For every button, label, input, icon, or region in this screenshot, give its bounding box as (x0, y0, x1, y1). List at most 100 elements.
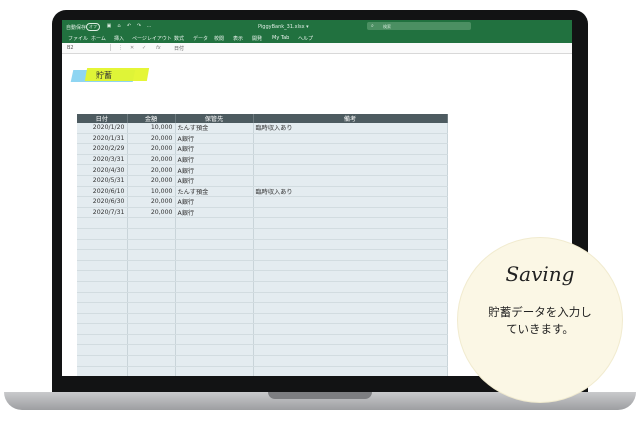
empty-cell[interactable] (77, 344, 128, 357)
tab-page-layout[interactable]: ページレイアウト (132, 35, 172, 42)
cell-amount[interactable]: 20,000 (127, 133, 176, 145)
header-note[interactable]: 備考 (253, 114, 448, 123)
cell-date[interactable]: 2020/1/31 (77, 133, 128, 145)
empty-cell[interactable] (77, 292, 128, 304)
empty-cell[interactable] (175, 239, 254, 251)
empty-cell[interactable] (77, 313, 128, 325)
empty-cell[interactable] (253, 281, 448, 293)
tab-view[interactable]: 表示 (233, 35, 243, 42)
cell-storage[interactable]: A銀行 (175, 133, 254, 145)
search-box[interactable]: ⌕ 検索 (367, 22, 471, 30)
cell-storage[interactable]: A銀行 (175, 175, 254, 187)
empty-cell[interactable] (253, 313, 448, 325)
empty-cell[interactable] (127, 281, 176, 293)
empty-cell[interactable] (175, 260, 254, 272)
empty-cell[interactable] (175, 302, 254, 314)
cell-date[interactable]: 2020/5/31 (77, 175, 128, 187)
cell-note[interactable] (253, 154, 448, 166)
tab-review[interactable]: 校閲 (214, 35, 224, 42)
empty-cell[interactable] (77, 323, 128, 335)
tab-help[interactable]: ヘルプ (298, 35, 313, 42)
empty-cell[interactable] (77, 302, 128, 314)
cell-storage[interactable]: A銀行 (175, 196, 254, 208)
cell-note[interactable] (253, 207, 448, 219)
cell-amount[interactable]: 20,000 (127, 164, 176, 176)
header-date[interactable]: 日付 (77, 114, 128, 123)
empty-cell[interactable] (77, 249, 128, 261)
empty-cell[interactable] (175, 249, 254, 261)
name-box[interactable]: B2 (64, 44, 111, 51)
empty-cell[interactable] (127, 334, 176, 346)
tab-insert[interactable]: 挿入 (114, 35, 124, 42)
header-storage[interactable]: 保管先 (175, 114, 254, 123)
cell-storage[interactable]: A銀行 (175, 143, 254, 155)
home-icon[interactable]: ⌂ (116, 23, 122, 29)
empty-cell[interactable] (253, 334, 448, 346)
empty-cell[interactable] (127, 228, 176, 240)
cell-date[interactable]: 2020/6/10 (77, 186, 128, 198)
empty-cell[interactable] (77, 228, 128, 240)
cell-date[interactable]: 2020/3/31 (77, 154, 128, 166)
empty-cell[interactable] (77, 355, 128, 367)
autosave-toggle[interactable]: オフ (86, 23, 100, 31)
cell-storage[interactable]: たんす預金 (175, 123, 254, 134)
empty-cell[interactable] (175, 366, 254, 376)
cell-storage[interactable]: A銀行 (175, 154, 254, 166)
undo-icon[interactable]: ↶ (126, 23, 132, 29)
cell-note[interactable] (253, 196, 448, 208)
empty-cell[interactable] (253, 228, 448, 240)
empty-cell[interactable] (77, 281, 128, 293)
empty-cell[interactable] (253, 217, 448, 229)
empty-cell[interactable] (127, 313, 176, 325)
cell-note[interactable] (253, 175, 448, 187)
cell-note[interactable]: 臨時収入あり (253, 123, 448, 134)
empty-cell[interactable] (77, 334, 128, 346)
cell-date[interactable]: 2020/1/20 (77, 123, 128, 134)
header-amount[interactable]: 金額 (127, 114, 176, 123)
empty-cell[interactable] (175, 334, 254, 346)
more-icon[interactable]: … (146, 23, 152, 29)
save-icon[interactable]: ▣ (106, 23, 112, 29)
empty-cell[interactable] (253, 270, 448, 282)
cell-storage[interactable]: たんす預金 (175, 186, 254, 198)
cell-storage[interactable]: A銀行 (175, 164, 254, 176)
cell-storage[interactable]: A銀行 (175, 207, 254, 219)
empty-cell[interactable] (175, 228, 254, 240)
empty-cell[interactable] (253, 249, 448, 261)
cell-note[interactable] (253, 164, 448, 176)
empty-cell[interactable] (77, 270, 128, 282)
empty-cell[interactable] (127, 217, 176, 229)
empty-cell[interactable] (253, 260, 448, 272)
empty-cell[interactable] (175, 292, 254, 304)
tab-home[interactable]: ホーム (91, 35, 106, 42)
empty-cell[interactable] (175, 217, 254, 229)
empty-cell[interactable] (77, 217, 128, 229)
empty-cell[interactable] (127, 344, 176, 357)
empty-cell[interactable] (253, 344, 448, 357)
tab-file[interactable]: ファイル (68, 35, 88, 42)
cell-note[interactable]: 臨時収入あり (253, 186, 448, 198)
empty-cell[interactable] (175, 313, 254, 325)
formula-input[interactable]: 日付 (174, 45, 184, 52)
empty-cell[interactable] (175, 270, 254, 282)
function-icon[interactable]: fx (156, 45, 161, 51)
empty-cell[interactable] (175, 355, 254, 367)
empty-cell[interactable] (127, 249, 176, 261)
cell-date[interactable]: 2020/6/30 (77, 196, 128, 208)
tab-my-tab[interactable]: My Tab (272, 35, 289, 41)
cell-amount[interactable]: 10,000 (127, 186, 176, 198)
empty-cell[interactable] (175, 344, 254, 357)
empty-cell[interactable] (253, 302, 448, 314)
cell-amount[interactable]: 20,000 (127, 175, 176, 187)
empty-cell[interactable] (77, 366, 128, 376)
cell-amount[interactable]: 20,000 (127, 154, 176, 166)
empty-cell[interactable] (127, 239, 176, 251)
cell-date[interactable]: 2020/4/30 (77, 164, 128, 176)
empty-cell[interactable] (253, 239, 448, 251)
cell-amount[interactable]: 20,000 (127, 207, 176, 219)
cancel-icon[interactable]: ✕ (130, 45, 134, 51)
tab-formulas[interactable]: 数式 (174, 35, 184, 42)
empty-cell[interactable] (127, 323, 176, 335)
empty-cell[interactable] (253, 323, 448, 335)
empty-cell[interactable] (127, 260, 176, 272)
